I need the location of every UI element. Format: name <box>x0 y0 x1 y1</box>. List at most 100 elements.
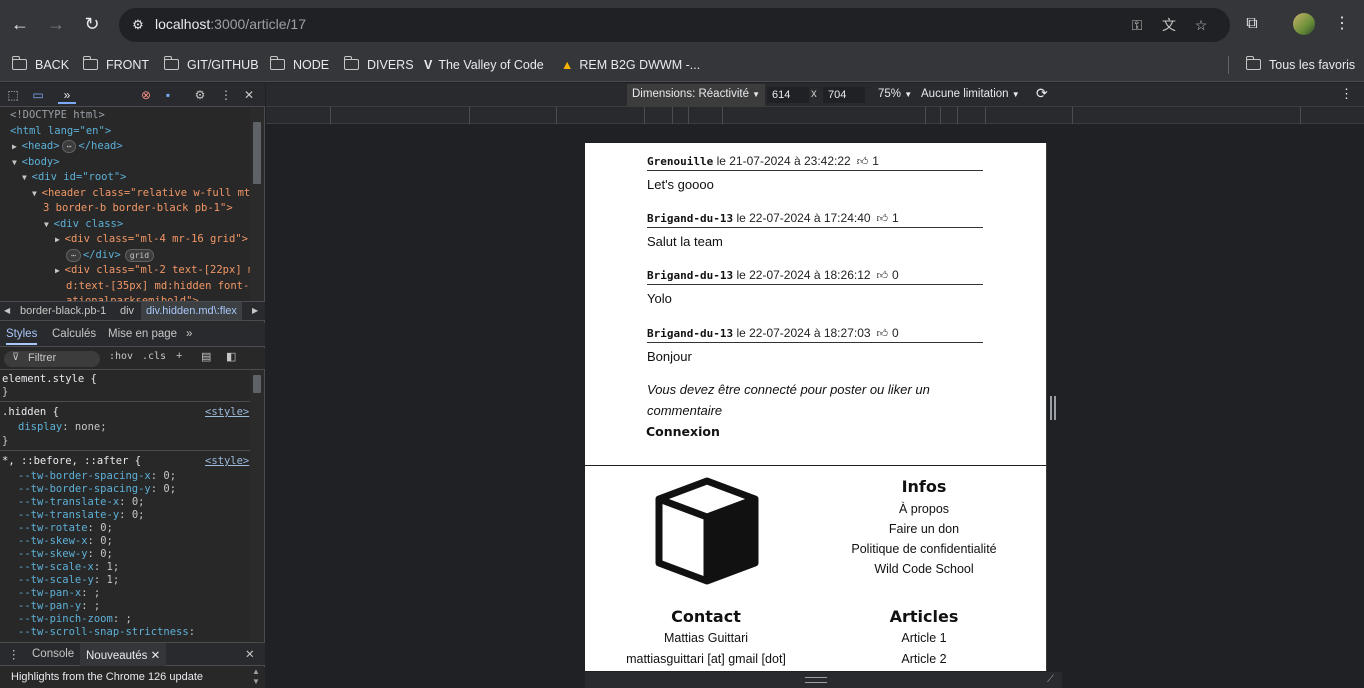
tree-node[interactable]: ▶ <div class="ml-4 mr-16 grid"> <box>55 232 248 248</box>
issues-badge-icon[interactable]: ▪ <box>159 86 177 104</box>
comment-author[interactable]: Brigand-du-13 <box>647 327 733 340</box>
more-tabs-icon[interactable]: » <box>58 86 76 104</box>
bookmark-link[interactable]: V The Valley of Code <box>424 55 544 75</box>
drawer-menu-icon[interactable]: ⋮ <box>8 647 20 661</box>
tree-node[interactable]: ⋯ </div> grid <box>66 248 155 264</box>
styles-scrollbar[interactable] <box>250 371 264 641</box>
tab-layout[interactable]: Mise en page <box>108 328 177 340</box>
css-declaration[interactable]: --tw-border-spacing-y: 0; <box>18 483 176 496</box>
breadcrumb-item-selected[interactable]: div.hidden.md\:flex <box>141 302 242 320</box>
bookmark-folder[interactable]: DIVERS <box>343 55 414 75</box>
footer-link-wcs[interactable]: Wild Code School <box>814 562 1034 576</box>
breadcrumb-item[interactable]: border-black.pb-1 <box>20 302 106 320</box>
css-declaration[interactable]: --tw-skew-y: 0; <box>18 548 113 561</box>
tab-styles[interactable]: Styles <box>6 328 38 345</box>
element-style-selector[interactable]: element.style { <box>2 373 97 386</box>
tree-node[interactable]: ▼ <div class> <box>44 217 123 233</box>
paint-icon[interactable]: ▤ <box>201 350 211 363</box>
css-declaration[interactable]: --tw-scale-x: 1; <box>18 561 119 574</box>
tree-node[interactable]: ▶ <head> ⋯ </head> <box>12 139 123 155</box>
tab-console[interactable]: Console <box>32 648 74 660</box>
bookmark-folder[interactable]: GIT/GITHUB <box>163 55 259 75</box>
css-declaration[interactable]: --tw-translate-x: 0; <box>18 496 144 509</box>
tree-node[interactable]: ▼ <div id="root"> <box>22 170 126 186</box>
drawer-scroll-icon[interactable]: ▲ ▼ <box>252 667 260 687</box>
css-declaration[interactable]: --tw-scale-y: 1; <box>18 574 119 587</box>
footer-link-about[interactable]: À propos <box>814 502 1034 516</box>
back-arrow-icon[interactable]: ← <box>6 10 34 38</box>
all-bookmarks-folder[interactable]: Tous les favoris <box>1245 55 1355 75</box>
css-declaration[interactable]: --tw-border-spacing-x: 0; <box>18 470 176 483</box>
tree-node[interactable]: ▶ <div class="ml-2 text-[22px] m <box>55 263 250 279</box>
settings-gear-icon[interactable]: ⚙ <box>191 86 209 104</box>
close-devtools-icon[interactable]: ✕ <box>240 86 258 104</box>
cls-toggle[interactable]: .cls <box>142 351 166 362</box>
width-input[interactable]: 614 <box>767 87 809 103</box>
breadcrumb-left-arrow-icon[interactable]: ◀ <box>4 302 10 320</box>
translate-icon[interactable]: 文 <box>1158 16 1180 34</box>
close-drawer-icon[interactable]: ✕ <box>245 647 255 661</box>
address-bar[interactable]: ⚙ localhost:3000/article/17 ⚿ 文 ☆ <box>119 8 1230 42</box>
tab-computed[interactable]: Calculés <box>52 328 96 340</box>
hidden-rule-selector[interactable]: .hidden { <box>2 406 59 419</box>
footer-link-donate[interactable]: Faire un don <box>814 522 1034 536</box>
forward-arrow-icon[interactable]: → <box>42 10 70 38</box>
tree-node[interactable]: <!DOCTYPE html> <box>10 108 105 124</box>
comment-author[interactable]: Grenouille <box>647 155 713 168</box>
bookmark-link[interactable]: ▲ REM B2G DWWM -... <box>561 55 700 75</box>
bookmark-folder[interactable]: BACK <box>11 55 69 75</box>
filter-input[interactable]: ⊽ Filtrer <box>4 351 100 367</box>
sidebar-toggle-icon[interactable]: ◧ <box>226 350 236 363</box>
tree-node[interactable]: <html lang="en"> <box>10 124 111 140</box>
resize-handle-right[interactable] <box>1050 396 1056 420</box>
css-declaration[interactable]: display: none; <box>18 421 107 434</box>
new-rule-icon[interactable]: + <box>176 350 182 362</box>
bookmark-folder[interactable]: NODE <box>269 55 329 75</box>
breadcrumb-right-arrow-icon[interactable]: ▶ <box>252 302 258 320</box>
zoom-select[interactable]: 75% ▼ <box>878 88 912 100</box>
universal-rule-selector[interactable]: *, ::before, ::after { <box>2 455 141 468</box>
throttle-select[interactable]: Aucune limitation ▼ <box>921 88 1020 100</box>
url-text[interactable]: localhost:3000/article/17 <box>155 16 306 32</box>
corner-grip-icon[interactable]: ⟋ <box>1047 674 1054 685</box>
css-declaration[interactable]: --tw-pinch-zoom: ; <box>18 613 132 626</box>
reload-icon[interactable]: ↻ <box>78 10 106 38</box>
inspect-element-icon[interactable]: ⬚ <box>4 86 22 104</box>
thumbs-up-icon[interactable]: 👍︎ <box>877 211 889 227</box>
dimensions-select[interactable]: Dimensions: Réactivité ▼ <box>627 84 766 106</box>
tab-whats-new[interactable]: Nouveautés ✕ <box>80 643 167 666</box>
thumbs-up-icon[interactable]: 👍︎ <box>857 154 869 170</box>
profile-avatar[interactable] <box>1293 13 1315 35</box>
site-info-icon[interactable]: ⚙ <box>129 16 147 34</box>
thumbs-up-icon[interactable]: 👍︎ <box>877 326 889 342</box>
css-declaration[interactable]: --tw-skew-x: 0; <box>18 535 113 548</box>
style-source-link[interactable]: <style> <box>205 406 249 419</box>
device-menu-icon[interactable]: ⋮ <box>1340 86 1353 102</box>
footer-link-article[interactable]: Article 2 <box>864 652 984 666</box>
error-badge-icon[interactable]: ⊗ <box>137 86 155 104</box>
rotate-icon[interactable]: ⟳ <box>1036 85 1048 102</box>
login-button[interactable]: Connexion <box>646 424 720 439</box>
close-tab-icon[interactable]: ✕ <box>151 650 161 662</box>
star-icon[interactable]: ☆ <box>1190 16 1212 34</box>
key-icon[interactable]: ⚿ <box>1126 16 1148 34</box>
comment-author[interactable]: Brigand-du-13 <box>647 269 733 282</box>
device-toggle-icon[interactable]: ▭ <box>29 86 47 104</box>
extensions-icon[interactable]: ⧉ <box>1238 10 1266 38</box>
css-declaration[interactable]: --tw-rotate: 0; <box>18 522 113 535</box>
css-declaration[interactable]: --tw-translate-y: 0; <box>18 509 144 522</box>
thumbs-up-icon[interactable]: 👍︎ <box>877 268 889 284</box>
more-tabs-icon[interactable]: » <box>186 328 192 340</box>
hov-toggle[interactable]: :hov <box>109 351 133 362</box>
css-declaration[interactable]: --tw-pan-x: ; <box>18 587 100 600</box>
menu-dots-icon[interactable]: ⋮ <box>1328 10 1356 38</box>
footer-link-privacy[interactable]: Politique de confidentialité <box>814 542 1034 556</box>
style-source-link[interactable]: <style> <box>205 455 249 468</box>
height-input[interactable]: 704 <box>823 87 865 103</box>
comment-author[interactable]: Brigand-du-13 <box>647 212 733 225</box>
tree-node[interactable]: ▼ <header class="relative w-full mt- <box>32 186 250 202</box>
devtools-menu-icon[interactable]: ⋮ <box>217 86 235 104</box>
footer-link-article[interactable]: Article 1 <box>864 631 984 645</box>
breadcrumb-item[interactable]: div <box>120 302 134 320</box>
css-declaration[interactable]: --tw-pan-y: ; <box>18 600 100 613</box>
